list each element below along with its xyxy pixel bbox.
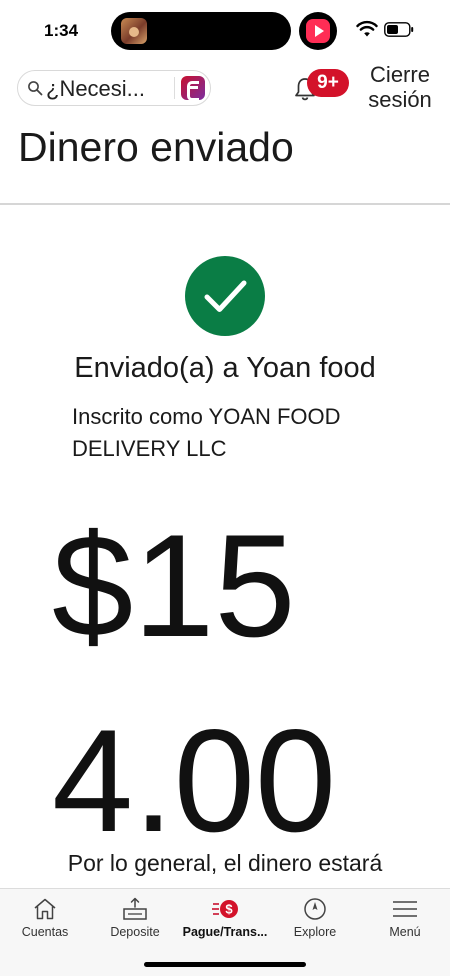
success-check-icon: [185, 256, 265, 336]
recipient-heading: Enviado(a) a Yoan food: [74, 352, 376, 384]
tab-label: Cuentas: [21, 925, 69, 939]
tab-pague-transfiera[interactable]: $ Pague/Trans...: [180, 889, 270, 951]
tab-label: Menú: [389, 925, 421, 939]
dynamic-island: [111, 12, 291, 50]
tab-menu[interactable]: Menú: [360, 889, 450, 951]
screen-recording-icon: [299, 12, 337, 50]
tab-cuentas[interactable]: Cuentas: [0, 889, 90, 951]
status-bar: 1:34: [0, 0, 450, 62]
divider: [0, 203, 450, 205]
wifi-icon: [356, 20, 378, 37]
search-divider: [174, 77, 175, 99]
home-icon: [34, 898, 56, 920]
battery-icon: [384, 22, 414, 37]
pay-transfer-icon: $: [212, 900, 238, 918]
svg-text:$: $: [225, 902, 233, 917]
tab-label: Explore: [293, 925, 337, 939]
deposit-icon: [123, 897, 147, 920]
compass-icon: [304, 898, 326, 920]
notification-badge[interactable]: 9+: [307, 69, 349, 97]
tab-explore[interactable]: Explore: [270, 889, 360, 951]
page-title: Dinero enviado: [18, 124, 294, 170]
amount-sent: $154.00: [52, 504, 337, 862]
search-bar[interactable]: ¿Necesi...: [17, 70, 211, 106]
search-icon: [28, 81, 43, 96]
tab-label: Deposite: [110, 925, 160, 939]
tab-deposite[interactable]: Deposite: [90, 889, 180, 951]
now-playing-thumbnail: [121, 18, 147, 44]
tab-label: Pague/Trans...: [182, 925, 268, 939]
delivery-note: Por lo general, el dinero estará: [67, 850, 383, 876]
status-time: 1:34: [44, 21, 79, 40]
signout-link[interactable]: Cierre sesión: [362, 62, 438, 112]
home-indicator[interactable]: [144, 962, 306, 967]
menu-icon: [393, 901, 417, 917]
recipient-registered-name: Inscrito como YOAN FOOD DELIVERY LLC: [72, 404, 341, 461]
erica-assistant-icon[interactable]: [181, 76, 205, 101]
search-input[interactable]: ¿Necesi...: [46, 76, 145, 102]
